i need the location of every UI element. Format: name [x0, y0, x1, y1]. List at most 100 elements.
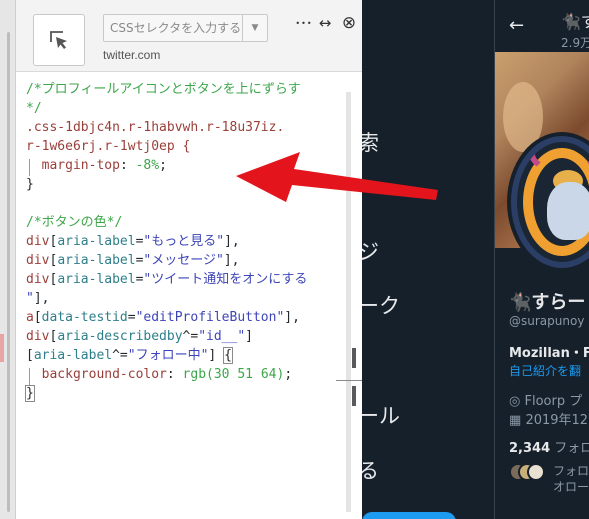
code-selector-line: "],	[26, 289, 49, 308]
location-pin-icon: ◎	[509, 394, 521, 409]
code-comment-end: */	[26, 101, 42, 116]
code-element: div	[26, 272, 50, 287]
code-attribute: aria-label	[57, 253, 136, 268]
code-string: "ツイート通知をオンにする	[143, 272, 308, 287]
code-close-brace-char: }	[25, 385, 35, 402]
css-code-editor[interactable]: /*プロフィールアイコンとボタンを上にずらす */ .css-1dbjc4n.r…	[16, 72, 334, 519]
red-annotation-arrow	[236, 152, 438, 202]
profile-joined-date: ▦ 2019年12	[509, 409, 588, 428]
code-declaration: background-color: rgb(30 51 64);	[26, 365, 292, 384]
editor-scrollbar[interactable]	[334, 72, 362, 519]
location-text: Floorp プ	[524, 394, 583, 409]
profile-handle: @surapunoy	[509, 314, 585, 328]
code-bracket: ]	[33, 291, 42, 306]
code-string: "id__"	[198, 329, 246, 344]
code-element: div	[26, 234, 50, 249]
code-element: a	[26, 310, 34, 325]
code-string: "	[26, 291, 34, 306]
mini-avatar	[527, 463, 545, 481]
scroll-marker-line	[336, 380, 362, 381]
code-semicolon: ;	[284, 367, 293, 382]
avatar-ring	[511, 136, 589, 268]
code-string: "メッセージ"	[143, 253, 224, 268]
twitter-profile-column: ← 🐈‍⬛す 2.9万 🐈‍⬛すらー @surapunoy Mozillan・F…	[495, 0, 589, 519]
css-selector-input[interactable]	[104, 15, 243, 41]
code-attribute: aria-describedby	[57, 329, 183, 344]
code-property: margin-top	[41, 158, 120, 173]
profile-topbar: ← 🐈‍⬛す 2.9万	[495, 0, 589, 52]
code-bracket: ]	[223, 253, 232, 268]
code-selector-line: div[aria-label="もっと見る"],	[26, 232, 240, 251]
code-comma: ,	[231, 253, 240, 268]
code-selector-line: div[aria-describedby^="id__"]	[26, 327, 253, 346]
code-comma: ,	[231, 234, 240, 249]
cursor-select-icon	[50, 31, 67, 49]
sidebar-tab-indicator	[0, 334, 4, 362]
element-picker-button[interactable]	[33, 14, 85, 66]
translate-bio-link[interactable]: 自己紹介を翻	[509, 362, 581, 379]
scroll-marker	[352, 386, 356, 406]
following-label: フォロ	[550, 441, 589, 456]
code-close-brace: }	[26, 177, 34, 192]
close-icon[interactable]: ⊗	[338, 12, 360, 34]
code-attribute: aria-label	[57, 272, 136, 287]
calendar-icon: ▦	[509, 413, 522, 428]
resize-icon[interactable]: ↔	[314, 12, 336, 34]
following-count[interactable]: 2,344 フォロ	[509, 437, 589, 456]
code-string: "editProfileButton"	[135, 310, 285, 325]
follower-note-line: オロー	[553, 480, 589, 494]
followers-you-know-text[interactable]: フォロ オロー	[553, 463, 589, 495]
code-value-fn: rgb	[182, 367, 207, 382]
code-selector: .css-1dbjc4n.r-1habvwh.r-18u37iz.	[26, 120, 285, 135]
code-attribute: aria-label	[57, 234, 136, 249]
code-selector-part: r-1w6e6rj.r-1wtj0ep {	[26, 139, 191, 154]
code-declaration: margin-top: -8%;	[26, 156, 167, 175]
code-value-args: (30 51 64)	[206, 367, 285, 382]
back-arrow-icon[interactable]: ←	[509, 16, 524, 36]
browser-sidebar-strip	[0, 0, 16, 519]
nav-item-profile[interactable]: ール	[358, 400, 400, 430]
follower-note-line: フォロ	[553, 464, 589, 478]
code-string: "もっと見る"	[143, 234, 225, 249]
code-colon: :	[166, 367, 183, 382]
code-element: div	[26, 253, 50, 268]
code-operator: =	[127, 310, 136, 325]
code-value: -8%	[135, 158, 160, 173]
code-bracket: [	[26, 348, 34, 363]
code-selector-line: r-1w6e6rj.r-1wtj0ep {	[26, 137, 190, 156]
code-attribute: aria-label	[33, 348, 113, 363]
code-selector-line: [aria-label^="フォロー中"] {	[26, 346, 233, 365]
tweet-button[interactable]	[362, 512, 456, 519]
sidebar-scrollbar[interactable]	[7, 32, 10, 512]
code-comment: /*プロフィールアイコンとボタンを上にずらす	[26, 82, 301, 97]
code-bracket: [	[33, 310, 42, 325]
header-post-count: 2.9万	[561, 36, 589, 50]
code-bracket: ]	[245, 329, 253, 344]
header-profile-name: 🐈‍⬛す	[561, 12, 589, 31]
code-comment: /*ボタンの色*/	[26, 215, 123, 230]
code-open-brace: {	[223, 347, 233, 364]
panel-header: ▼ twitter.com ••• ↔ ⊗	[16, 0, 362, 72]
dropdown-caret-icon[interactable]: ▼	[242, 15, 267, 41]
profile-display-name: 🐈‍⬛すらー	[509, 292, 586, 313]
code-operator: ^=	[112, 348, 128, 363]
code-close-brace: }	[25, 384, 35, 403]
css-selector-combobox[interactable]: ▼	[103, 14, 268, 42]
panel-header-icons: ••• ↔ ⊗	[294, 12, 360, 34]
code-string: "フォロー中"	[127, 348, 209, 363]
code-bracket: ]	[284, 310, 293, 325]
nav-item-bookmarks[interactable]: ーク	[358, 290, 400, 320]
code-comma: ,	[292, 310, 300, 325]
scroll-marker	[352, 348, 356, 368]
code-bracket: ]	[224, 234, 232, 249]
more-icon[interactable]: •••	[294, 12, 314, 34]
code-comma: ,	[41, 291, 50, 306]
code-semicolon: ;	[159, 158, 167, 173]
code-element: div	[26, 329, 50, 344]
code-bracket: ]	[208, 348, 217, 363]
joined-text: 2019年12	[525, 413, 589, 428]
code-operator: ^=	[182, 329, 199, 344]
code-selector-line: div[aria-label="ツイート通知をオンにする	[26, 270, 307, 289]
code-attribute: data-testid	[41, 310, 128, 325]
followers-you-know-avatars[interactable]	[509, 463, 545, 481]
